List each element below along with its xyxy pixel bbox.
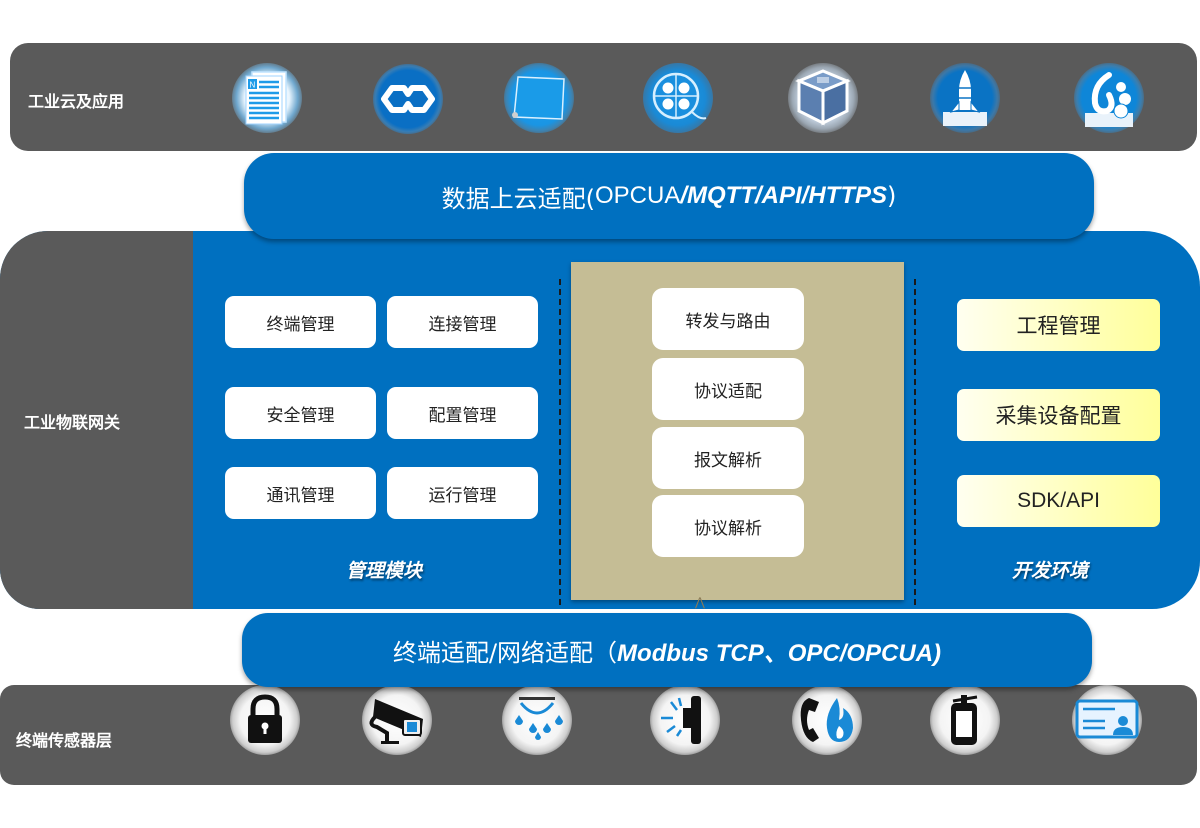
fire-phone-icon[interactable] (792, 685, 862, 755)
sensor-layer-label: 终端传感器层 (16, 731, 113, 750)
rocket-launcher-icon[interactable] (930, 63, 1000, 133)
cloud-layer-bar: 工业云及应用 N (10, 43, 1197, 151)
cloud-adapter-protocols: /MQTT/API/HTTPS (680, 182, 888, 209)
right-dashed-divider (914, 279, 916, 605)
config-management-button[interactable]: 配置管理 (387, 387, 538, 439)
message-parsing-button[interactable]: 报文解析 (652, 427, 804, 489)
film-reel-icon[interactable] (643, 63, 713, 133)
sensor-layer-bar: 终端传感器层 (0, 685, 1197, 785)
alarm-light-icon[interactable] (650, 685, 720, 755)
cloud-adapter-protocol-opcua: OPCUA (594, 182, 681, 209)
dev-environment-caption: 开发环境 (1012, 560, 1089, 582)
padlock-icon[interactable] (230, 685, 300, 755)
up-arrow-icon: ⋀ (695, 595, 705, 609)
fire-extinguisher-icon[interactable] (930, 685, 1000, 755)
cloud-adapter-banner: 数据上云适配(OPCUA/MQTT/API/HTTPS) (244, 153, 1094, 239)
cloud-layer-label: 工业云及应用 (28, 92, 125, 111)
cloud-adapter-prefix: 数据上云适配( (441, 184, 595, 213)
cloud-adapter-suffix: ) (887, 182, 897, 210)
device-config-button[interactable]: 采集设备配置 (957, 389, 1160, 441)
management-module-caption: 管理模块 (346, 560, 423, 582)
protocol-parsing-button[interactable]: 协议解析 (652, 495, 804, 557)
document-icon[interactable]: N (232, 63, 302, 133)
security-management-button[interactable]: 安全管理 (225, 387, 376, 439)
protocol-adaptation-button[interactable]: 协议适配 (652, 358, 804, 420)
device-adapter-protocols: Modbus TCP、OPC/OPCUA) (617, 639, 942, 667)
project-management-button[interactable]: 工程管理 (957, 299, 1160, 351)
sprinkler-icon[interactable] (502, 685, 572, 755)
gateway-layer-label: 工业物联网关 (24, 413, 121, 432)
device-adapter-prefix: 终端适配/网络适配（ (392, 638, 618, 667)
connection-management-button[interactable]: 连接管理 (387, 296, 538, 348)
blue-screen-icon[interactable] (504, 63, 574, 133)
security-camera-icon[interactable] (362, 685, 432, 755)
sdk-api-button[interactable]: SDK/API (957, 475, 1160, 527)
objectdock-icon[interactable] (1074, 63, 1144, 133)
device-adapter-banner: 终端适配/网络适配（ Modbus TCP、OPC/OPCUA) (242, 613, 1092, 687)
communication-management-button[interactable]: 通讯管理 (225, 467, 376, 519)
terminal-management-button[interactable]: 终端管理 (225, 296, 376, 348)
left-dashed-divider (559, 279, 561, 605)
infinity-link-icon[interactable] (373, 64, 443, 134)
runtime-management-button[interactable]: 运行管理 (387, 467, 538, 519)
gateway-side-panel: 工业物联网关 (0, 231, 193, 609)
id-card-icon[interactable] (1072, 685, 1142, 755)
forwarding-routing-button[interactable]: 转发与路由 (652, 288, 804, 350)
virtualbox-cube-icon[interactable] (788, 63, 858, 133)
gateway-layer: 工业物联网关 终端管理 连接管理 安全管理 配置管理 通讯管理 运行管理 管理模… (0, 231, 1200, 609)
svg-text:N: N (250, 81, 256, 90)
core-processing-panel: 转发与路由 协议适配 报文解析 协议解析 (571, 262, 904, 600)
